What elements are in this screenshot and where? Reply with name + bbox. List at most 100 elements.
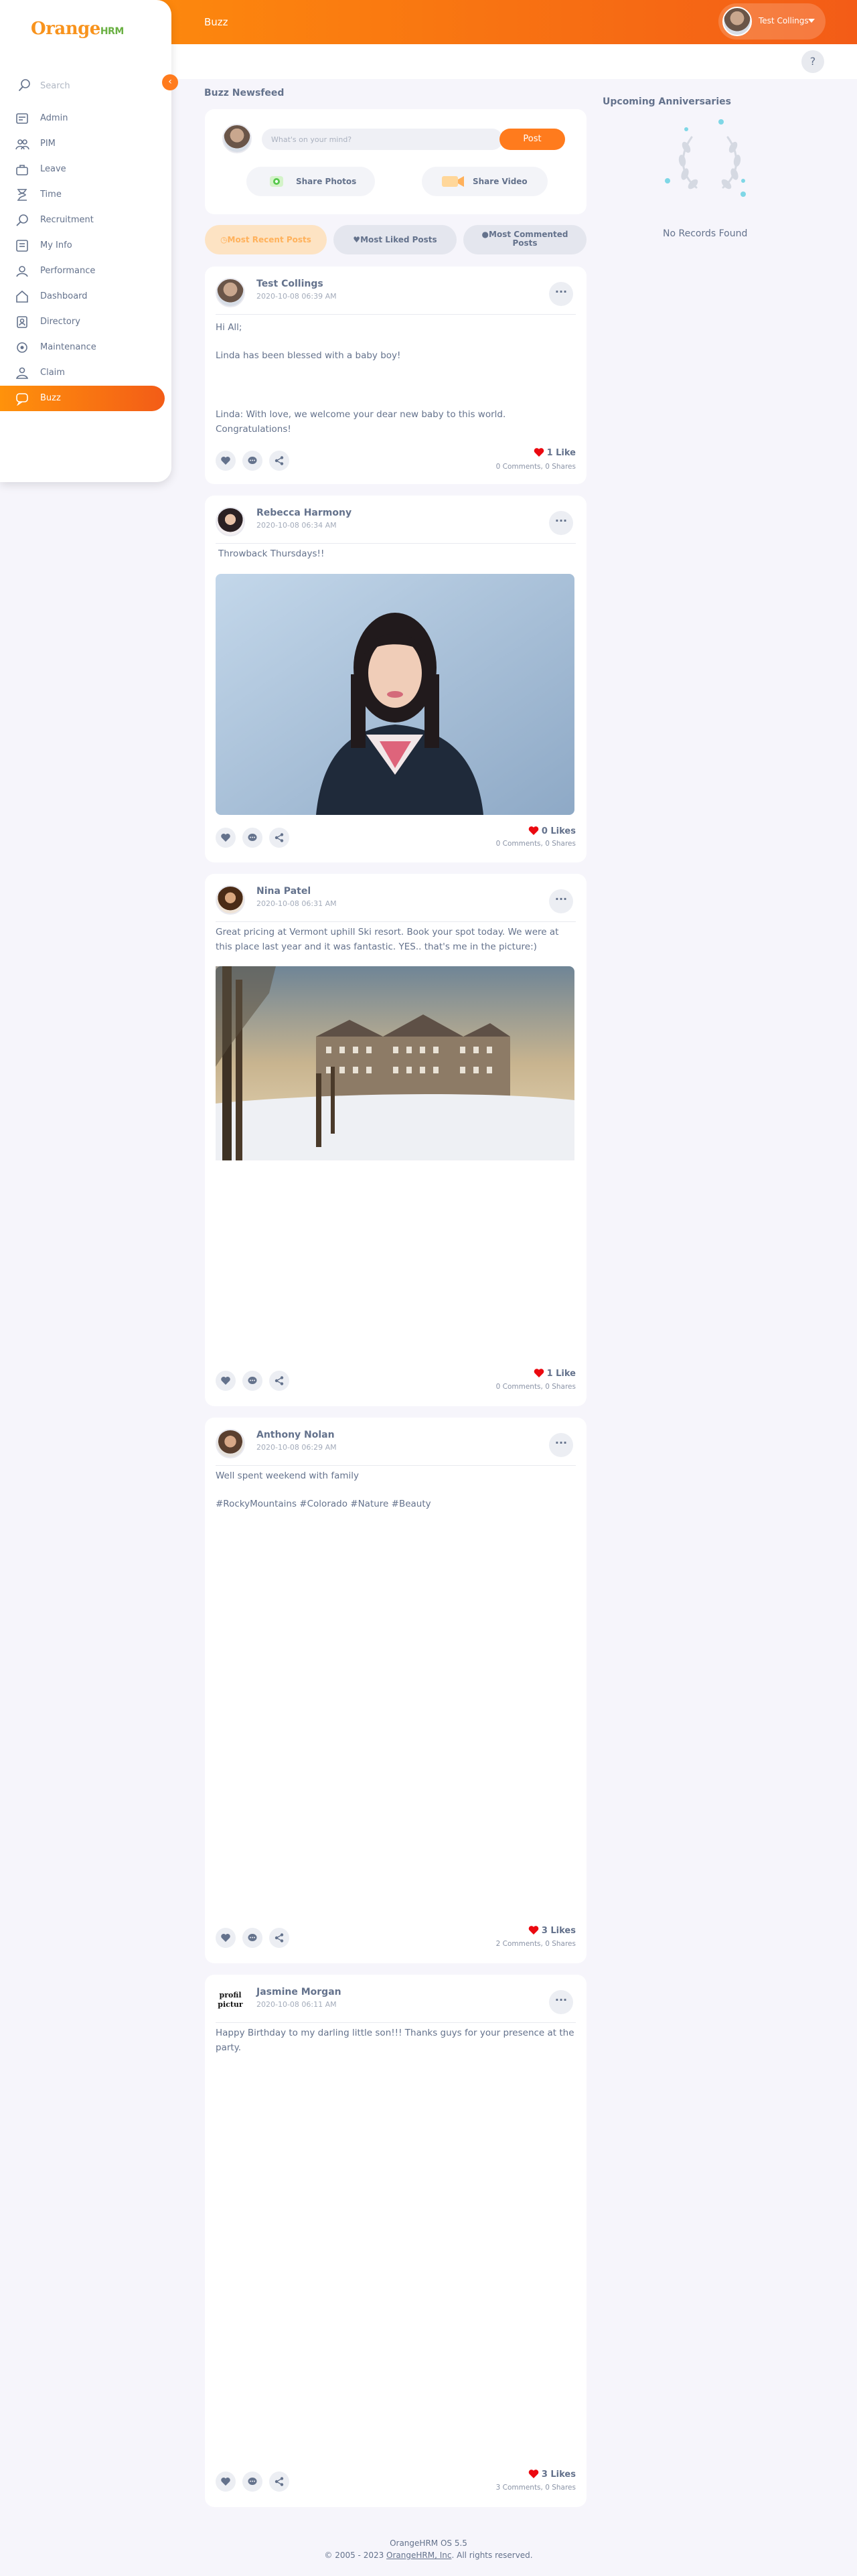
share-video-label: Share Video — [473, 177, 528, 186]
footer-company-link[interactable]: OrangeHRM, Inc — [386, 2551, 451, 2560]
post-likes[interactable]: 3 Likes — [528, 2469, 576, 2480]
sidebar-item-dashboard[interactable]: Dashboard — [0, 284, 165, 309]
post-text-line: Happy Birthday to my darling little son!… — [216, 2028, 574, 2053]
help-button[interactable]: ? — [801, 50, 824, 73]
heart-icon — [221, 1377, 230, 1385]
sidebar-item-admin[interactable]: Admin — [0, 106, 165, 131]
post-author-name[interactable]: Test Collings — [256, 279, 323, 289]
post-author-avatar[interactable]: profil pictur — [216, 1986, 245, 2016]
sidebar-search — [15, 74, 158, 98]
sidebar: OrangeHRM ‹ Admin PIM Leave Time Recruitment… — [0, 0, 178, 482]
sidebar-item-label: Admin — [40, 113, 68, 123]
footer-copyright-suffix: . All rights reserved. — [451, 2551, 533, 2560]
post-composer: Post Share Photos Share Video — [205, 109, 587, 214]
sidebar-item-buzz[interactable]: Buzz — [0, 386, 165, 411]
share-button[interactable] — [269, 1928, 289, 1948]
post-photo[interactable] — [216, 966, 574, 1160]
share-button[interactable] — [269, 2472, 289, 2492]
post-photo[interactable] — [216, 574, 574, 815]
laurel-wreath-icon — [665, 119, 746, 197]
post-likes-count: 3 Likes — [541, 2470, 576, 2480]
admin-icon — [16, 113, 28, 124]
anniversaries-empty: No Records Found — [663, 228, 748, 239]
sidebar-item-label: Buzz — [40, 393, 61, 403]
recruitment-icon — [16, 214, 28, 226]
comment-button[interactable] — [242, 1928, 262, 1948]
heart-icon — [528, 826, 539, 835]
sidebar-item-label: My Info — [40, 240, 72, 250]
comment-button[interactable] — [242, 828, 262, 848]
share-video-button[interactable]: Share Video — [422, 167, 548, 196]
anniversaries-title: Upcoming Anniversaries — [603, 96, 731, 107]
tab-most-commented-posts[interactable]: ● Most Commented Posts — [463, 225, 587, 254]
share-button[interactable] — [269, 451, 289, 471]
claim-icon — [15, 367, 29, 379]
avatar-alt-text: profil — [219, 1991, 242, 1999]
sidebar-item-performance[interactable]: Performance — [0, 258, 165, 284]
sidebar-item-label: Recruitment — [40, 215, 94, 225]
pim-icon — [15, 139, 29, 150]
post-likes[interactable]: 3 Likes — [528, 1925, 576, 1936]
post-author-avatar[interactable] — [216, 507, 245, 536]
post-text-input[interactable] — [262, 129, 503, 150]
post-hashtags[interactable]: #RockyMountains #Colorado #Nature #Beaut… — [216, 1497, 577, 1511]
sidebar-item-recruitment[interactable]: Recruitment — [0, 208, 165, 233]
post-more-button[interactable]: ··· — [549, 889, 573, 913]
post-more-button[interactable]: ··· — [549, 511, 573, 535]
share-photos-button[interactable]: Share Photos — [246, 167, 375, 196]
post-author-avatar[interactable] — [216, 885, 245, 915]
post-likes[interactable]: 1 Like — [534, 447, 576, 458]
post-author-name[interactable]: Nina Patel — [256, 886, 311, 897]
tab-most-liked-posts[interactable]: ♥ Most Liked Posts — [333, 225, 457, 254]
post-author-name[interactable]: Rebecca Harmony — [256, 508, 352, 518]
heart-icon — [528, 1926, 539, 1935]
footer-version: OrangeHRM OS 5.5 — [390, 2539, 467, 2548]
user-menu[interactable]: Test Collings — [718, 3, 826, 40]
sidebar-item-my-info[interactable]: My Info — [0, 233, 165, 258]
post-card: profil pictur Jasmine Morgan 2020-10-08 … — [205, 1975, 587, 2507]
sidebar-item-label: PIM — [40, 139, 56, 149]
comment-button[interactable] — [242, 1371, 262, 1391]
post-author-name[interactable]: Jasmine Morgan — [256, 1987, 341, 1997]
sidebar-item-directory[interactable]: Directory — [0, 309, 165, 335]
post-more-button[interactable]: ··· — [549, 1433, 573, 1457]
like-button[interactable] — [216, 1928, 236, 1948]
orangehrm-logo[interactable]: OrangeHRM — [31, 19, 124, 39]
post-more-button[interactable]: ··· — [549, 1990, 573, 2014]
like-button[interactable] — [216, 1371, 236, 1391]
heart-icon — [534, 448, 544, 457]
post-likes[interactable]: 1 Like — [534, 1368, 576, 1379]
sidebar-item-label: Leave — [40, 164, 66, 174]
collapse-sidebar-button[interactable]: ‹ — [162, 74, 178, 90]
sidebar-item-claim[interactable]: Claim — [0, 360, 165, 386]
composer-avatar — [222, 124, 252, 153]
post-author-avatar[interactable] — [216, 1429, 245, 1458]
post-text-line: Hi All; — [216, 322, 242, 333]
post-likes-count: 1 Like — [546, 448, 576, 458]
like-button[interactable] — [216, 2472, 236, 2492]
post-actions — [216, 828, 289, 849]
share-button[interactable] — [269, 1371, 289, 1391]
sidebar-item-label: Dashboard — [40, 291, 88, 301]
dashboard-icon — [16, 290, 28, 303]
search-input[interactable] — [40, 76, 141, 95]
post-more-button[interactable]: ··· — [549, 282, 573, 306]
sidebar-item-maintenance[interactable]: Maintenance — [0, 335, 165, 360]
post-likes-count: 0 Likes — [541, 826, 576, 836]
post-likes[interactable]: 0 Likes — [528, 826, 576, 836]
sidebar-item-pim[interactable]: PIM — [0, 131, 165, 157]
post-author-avatar[interactable] — [216, 278, 245, 307]
post-card: Anthony Nolan 2020-10-08 06:29 AM ··· We… — [205, 1418, 587, 1963]
tab-most-recent-posts[interactable]: ◷ Most Recent Posts — [205, 225, 327, 254]
comment-button[interactable] — [242, 2472, 262, 2492]
sidebar-item-leave[interactable]: Leave — [0, 157, 165, 182]
like-button[interactable] — [216, 828, 236, 848]
sidebar-item-time[interactable]: Time — [0, 182, 165, 208]
share-button[interactable] — [269, 828, 289, 848]
comment-button[interactable] — [242, 451, 262, 471]
comment-icon — [248, 2478, 257, 2485]
post-author-name[interactable]: Anthony Nolan — [256, 1430, 335, 1440]
post-button[interactable]: Post — [499, 129, 565, 150]
like-button[interactable] — [216, 451, 236, 471]
post-divider — [216, 314, 576, 315]
